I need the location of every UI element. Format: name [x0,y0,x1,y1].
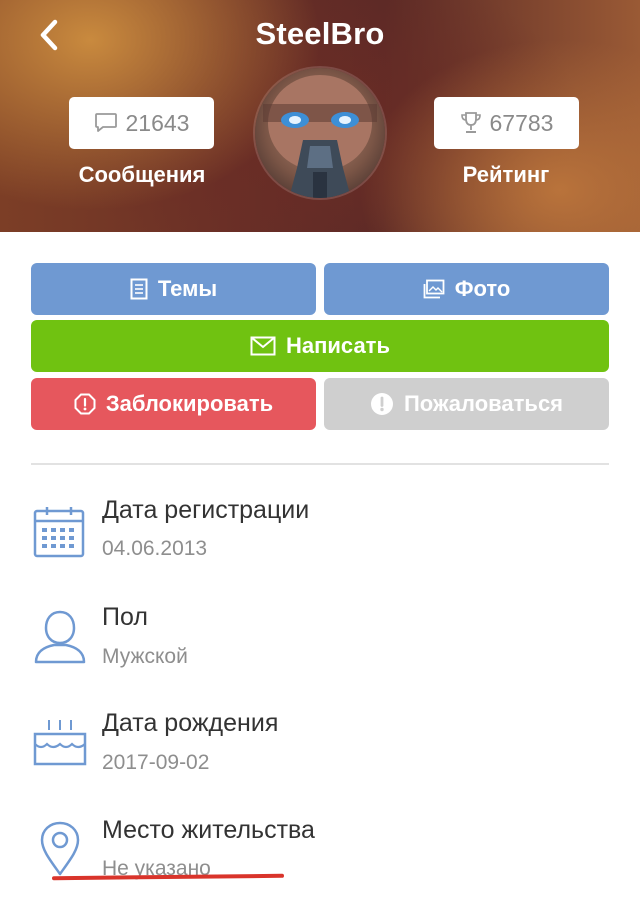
section-divider [31,463,609,465]
gender-title: Пол [102,603,148,631]
rating-count-box[interactable]: 67783 [434,97,579,149]
messages-label: Сообщения [78,162,206,187]
birthday-cake-icon [33,720,87,766]
topics-button-label: Темы [157,276,218,301]
document-icon [130,278,148,300]
residence-title: Место жительства [102,816,315,844]
birth-date-value: 2017-09-02 [102,751,210,774]
user-icon [34,610,86,664]
messages-count: 21643 [125,109,190,136]
write-message-button-label: Написать [286,333,390,358]
image-icon [423,279,445,299]
photo-button[interactable]: Фото [324,263,609,315]
profile-username: SteelBro [255,16,385,51]
warning-circle-icon [370,393,393,415]
photo-button-label: Фото [454,276,511,301]
registration-date-title: Дата регистрации [102,496,310,524]
gender-value: Мужской [102,645,188,668]
block-user-button-label: Заблокировать [105,391,274,416]
topics-button[interactable]: Темы [31,263,316,315]
block-icon [74,393,96,415]
envelope-icon [250,336,276,356]
profile-header: SteelBro 21643 Сообщения 67783 Рейтинг [0,0,640,232]
location-pin-icon [40,821,80,876]
calendar-icon [33,507,85,558]
registration-date-value: 04.06.2013 [102,537,208,560]
report-user-button-label: Пожаловаться [403,391,564,416]
avatar [255,68,385,198]
report-user-button[interactable]: Пожаловаться [324,378,609,430]
chat-bubble-icon [94,113,117,132]
trophy-icon [460,112,481,133]
rating-count: 67783 [489,109,554,136]
rating-label: Рейтинг [462,162,550,187]
birth-date-title: Дата рождения [102,709,279,737]
block-user-button[interactable]: Заблокировать [31,378,316,430]
messages-count-box[interactable]: 21643 [69,97,214,149]
write-message-button[interactable]: Написать [31,320,609,372]
